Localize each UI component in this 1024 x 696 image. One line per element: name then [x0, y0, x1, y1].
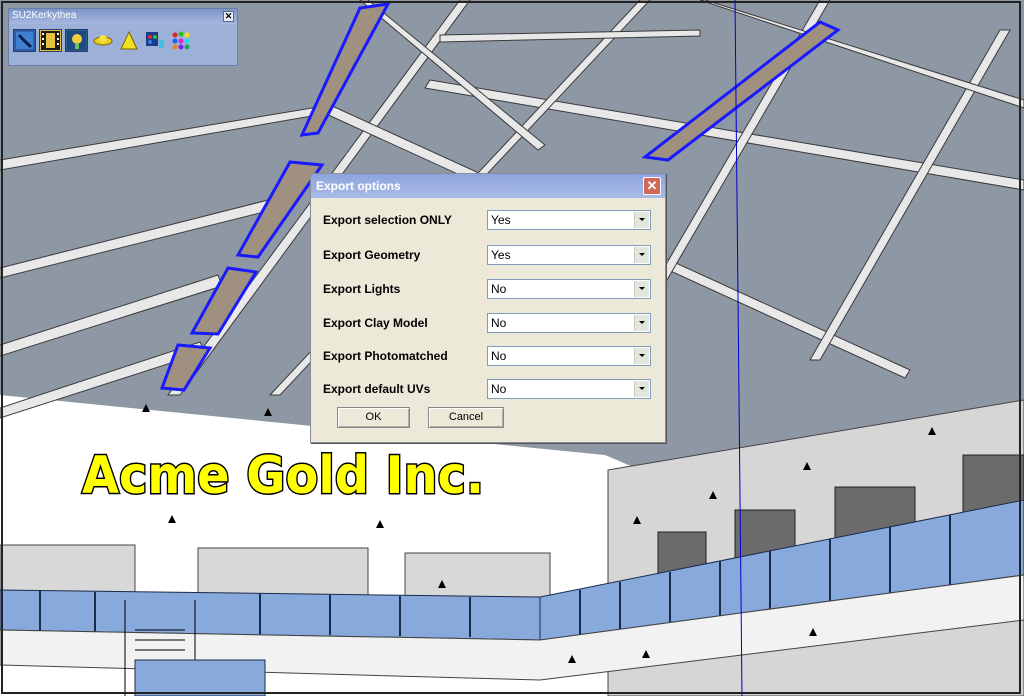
label-export-geometry: Export Geometry	[323, 248, 421, 262]
omni-light-button[interactable]	[91, 29, 114, 52]
export-options-dialog: Export options ✕ Export selection ONLY Y…	[310, 173, 666, 443]
chevron-down-icon[interactable]	[634, 247, 649, 263]
ok-button[interactable]: OK	[337, 407, 410, 428]
row-export-geometry: Export Geometry Yes	[323, 245, 653, 267]
acme-sign: Acme Gold Inc.	[82, 446, 484, 506]
row-export-photomatched: Export Photomatched No	[323, 346, 653, 368]
select-value: Yes	[491, 213, 511, 227]
dialog-titlebar[interactable]: Export options	[311, 174, 665, 198]
dialog-close-button[interactable]: ✕	[643, 177, 661, 195]
export-animation-icon	[41, 31, 60, 50]
palette-button[interactable]	[169, 29, 192, 52]
select-value: No	[491, 382, 507, 396]
cancel-button[interactable]: Cancel	[428, 407, 504, 428]
dialog-title: Export options	[316, 179, 401, 193]
spot-light-icon	[120, 30, 138, 50]
label-export-selection: Export selection ONLY	[323, 213, 452, 227]
toolbar-title-text: SU2Kerkythea	[12, 10, 77, 21]
label-export-default-uvs: Export default UVs	[323, 382, 431, 396]
toolbar-buttons	[13, 29, 192, 55]
label-export-photomatched: Export Photomatched	[323, 349, 448, 363]
export-scene-icon	[16, 32, 33, 49]
export-scene-button[interactable]	[13, 29, 36, 52]
chevron-down-icon[interactable]	[634, 381, 649, 397]
lower-glass-railing	[134, 659, 266, 696]
row-export-default-uvs: Export default UVs No	[323, 379, 653, 401]
settings-button[interactable]	[65, 29, 88, 52]
settings-icon	[67, 31, 86, 50]
palette-icon	[172, 31, 190, 50]
spot-light-button[interactable]	[117, 29, 140, 52]
export-animation-button[interactable]	[39, 29, 62, 52]
material-editor-button[interactable]	[143, 29, 166, 52]
chevron-down-icon[interactable]	[634, 348, 649, 364]
select-export-selection[interactable]: Yes	[487, 210, 651, 230]
select-export-lights[interactable]: No	[487, 279, 651, 299]
select-value: Yes	[491, 248, 511, 262]
omni-light-icon	[93, 35, 113, 46]
toolbar-close-button[interactable]: ✕	[223, 11, 234, 22]
select-export-clay-model[interactable]: No	[487, 313, 651, 333]
label-export-lights: Export Lights	[323, 282, 401, 296]
select-value: No	[491, 316, 507, 330]
chevron-down-icon[interactable]	[634, 315, 649, 331]
row-export-selection: Export selection ONLY Yes	[323, 210, 653, 232]
row-export-clay-model: Export Clay Model No	[323, 313, 653, 335]
chevron-down-icon[interactable]	[634, 281, 649, 297]
label-export-clay-model: Export Clay Model	[323, 316, 428, 330]
select-export-geometry[interactable]: Yes	[487, 245, 651, 265]
toolbar-title[interactable]: SU2Kerkythea	[9, 9, 237, 24]
select-export-photomatched[interactable]: No	[487, 346, 651, 366]
row-export-lights: Export Lights No	[323, 279, 653, 301]
su2kerkythea-toolbar: SU2Kerkythea ✕	[8, 8, 238, 66]
select-value: No	[491, 282, 507, 296]
material-editor-icon	[146, 32, 164, 48]
select-value: No	[491, 349, 507, 363]
select-export-default-uvs[interactable]: No	[487, 379, 651, 399]
chevron-down-icon[interactable]	[634, 212, 649, 228]
